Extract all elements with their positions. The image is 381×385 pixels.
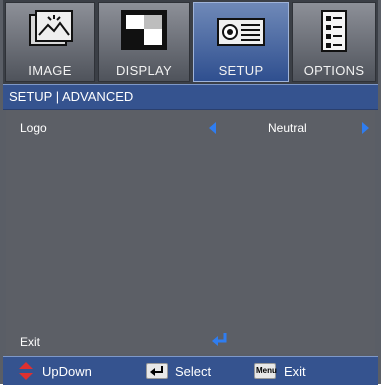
tab-display[interactable]: DISPLAY: [98, 2, 190, 82]
updown-arrows-icon: [19, 362, 33, 380]
tab-display-label: DISPLAY: [115, 63, 173, 78]
chevron-left-icon[interactable]: [209, 122, 216, 134]
enter-key-icon: [146, 363, 168, 379]
tab-image-label: IMAGE: [28, 63, 72, 78]
chevron-right-icon[interactable]: [362, 122, 369, 134]
select-hint: Select: [175, 364, 212, 379]
exit-hint: Exit: [284, 364, 306, 379]
tab-setup[interactable]: SETUP: [193, 2, 289, 82]
tab-options[interactable]: OPTIONS: [292, 2, 376, 82]
projector-icon: [217, 18, 265, 46]
section-header: SETUP | ADVANCED: [3, 84, 378, 110]
logo-setting-label[interactable]: Logo: [20, 121, 47, 135]
menu-key-icon: Menu: [254, 363, 277, 379]
tab-options-label: OPTIONS: [303, 63, 365, 78]
display-icon: [121, 10, 167, 50]
options-icon: [321, 10, 347, 52]
menu-key-label: Menu: [256, 366, 277, 375]
settings-panel: [6, 110, 375, 354]
tab-bar: IMAGE DISPLAY SETUP OPTIONS: [3, 0, 378, 84]
tab-setup-label: SETUP: [218, 63, 264, 78]
updown-hint: UpDown: [42, 364, 92, 379]
tab-image[interactable]: IMAGE: [5, 2, 95, 82]
osd-menu: IMAGE DISPLAY SETUP OPTIONS SETUP | ADVA…: [0, 0, 381, 385]
image-icon: [29, 10, 73, 46]
exit-menu-item[interactable]: Exit: [20, 335, 40, 349]
logo-setting-value[interactable]: Neutral: [268, 121, 307, 135]
footer-help-bar: UpDown Select Menu Exit: [3, 356, 378, 385]
page-title: SETUP | ADVANCED: [9, 89, 134, 104]
enter-icon[interactable]: [211, 331, 229, 349]
